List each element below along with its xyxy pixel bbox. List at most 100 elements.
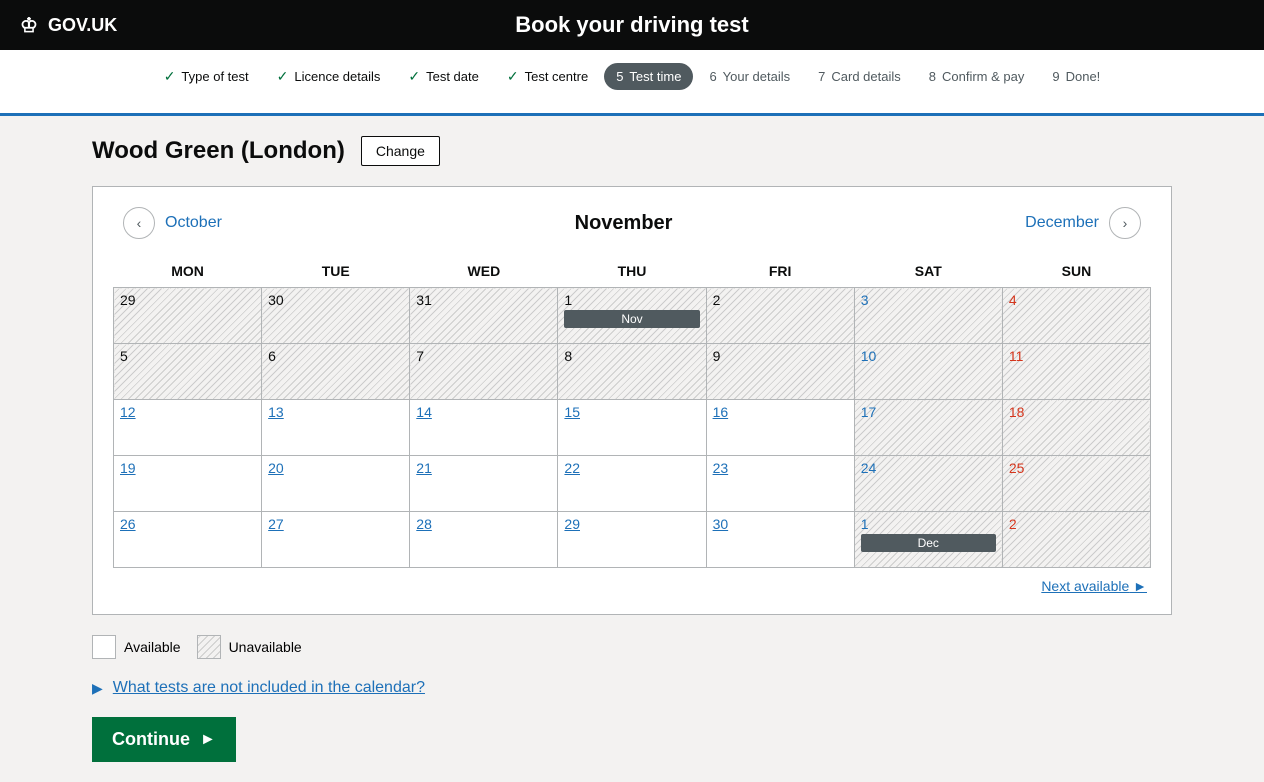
day-number[interactable]: 22 (564, 460, 580, 476)
prev-month-button[interactable]: ‹ (123, 207, 155, 239)
calendar-container: ‹ October November December › MONTUEWEDT… (92, 186, 1172, 615)
day-number: 18 (1009, 404, 1025, 420)
day-number[interactable]: 13 (268, 404, 284, 420)
day-number[interactable]: 27 (268, 516, 284, 532)
calendar-cell: 18 (1002, 400, 1150, 456)
day-number[interactable]: 30 (713, 516, 729, 532)
step-test-date[interactable]: ✓Test date (396, 62, 491, 91)
check-icon: ✓ (164, 68, 176, 85)
day-number: 6 (268, 348, 276, 364)
day-number[interactable]: 19 (120, 460, 136, 476)
triangle-icon: ▶ (92, 680, 103, 697)
day-number[interactable]: 20 (268, 460, 284, 476)
step-confirm-pay[interactable]: 8Confirm & pay (917, 63, 1037, 90)
page-title: Book your driving test (515, 12, 748, 38)
cal-nav-right: December › (1025, 207, 1141, 239)
check-icon: ✓ (507, 68, 519, 85)
calendar-table: MONTUEWEDTHUFRISATSUN 2930311Nov23456789… (113, 255, 1151, 568)
step-label: Licence details (294, 69, 380, 84)
step-label: Type of test (181, 69, 248, 84)
calendar-cell: 9 (706, 344, 854, 400)
continue-arrow-icon: ► (200, 731, 216, 749)
day-number: 30 (268, 292, 284, 308)
logo-text: GOV.UK (48, 15, 117, 36)
day-number[interactable]: 21 (416, 460, 432, 476)
day-number: 24 (861, 460, 877, 476)
day-number: 2 (1009, 516, 1017, 532)
day-number: 31 (416, 292, 432, 308)
calendar-cell: 27 (262, 512, 410, 568)
day-number: 2 (713, 292, 721, 308)
available-label: Available (124, 639, 181, 655)
day-header-fri: FRI (706, 255, 854, 288)
available-box (92, 635, 116, 659)
day-number[interactable]: 16 (713, 404, 729, 420)
continue-button[interactable]: Continue ► (92, 717, 236, 762)
step-num: 8 (929, 69, 936, 84)
step-label: Test centre (525, 69, 589, 84)
calendar-cell: 1Nov (558, 288, 706, 344)
day-header-sat: SAT (854, 255, 1002, 288)
progress-steps: ✓Type of test✓Licence details✓Test date✓… (20, 50, 1244, 103)
next-month-button[interactable]: › (1109, 207, 1141, 239)
month-badge: Nov (564, 310, 699, 328)
check-icon: ✓ (408, 68, 420, 85)
step-test-centre[interactable]: ✓ Test centre (495, 62, 600, 91)
next-available-label: Next available (1041, 578, 1129, 594)
calendar-cell: 3 (854, 288, 1002, 344)
site-header: ♔ GOV.UK Book your driving test (0, 0, 1264, 50)
day-number[interactable]: 28 (416, 516, 432, 532)
day-number[interactable]: 26 (120, 516, 136, 532)
step-your-details[interactable]: 6Your details (697, 63, 802, 90)
calendar-week-3: 12 13 14 15 16 17 18 (114, 400, 1151, 456)
day-number: 29 (120, 292, 136, 308)
calendar-body: 2930311Nov234567891011121314151617181920… (114, 288, 1151, 568)
step-label: Your details (723, 69, 790, 84)
calendar-cell: 1Dec (854, 512, 1002, 568)
next-available-link[interactable]: Next available ► (1041, 578, 1147, 594)
calendar-cell: 29 (114, 288, 262, 344)
unavailable-box (197, 635, 221, 659)
day-number[interactable]: 23 (713, 460, 729, 476)
gov-uk-logo[interactable]: ♔ GOV.UK (20, 13, 117, 38)
unavailable-label: Unavailable (229, 639, 302, 655)
day-number[interactable]: 12 (120, 404, 136, 420)
day-number: 10 (861, 348, 877, 364)
info-link[interactable]: What tests are not included in the calen… (113, 679, 425, 697)
crown-icon: ♔ (20, 13, 38, 38)
calendar-nav: ‹ October November December › (113, 207, 1151, 239)
step-card-details[interactable]: 7Card details (806, 63, 913, 90)
step-label: Test time (629, 69, 681, 84)
step-type-of-test[interactable]: ✓ Type of test (152, 62, 261, 91)
progress-bar: ✓Type of test✓Licence details✓Test date✓… (0, 50, 1264, 116)
day-number: 7 (416, 348, 424, 364)
change-button[interactable]: Change (361, 136, 440, 166)
day-header-tue: TUE (262, 255, 410, 288)
next-available-row: Next available ► (113, 568, 1151, 594)
day-number: 11 (1009, 348, 1024, 364)
calendar-cell: 30 (262, 288, 410, 344)
day-number[interactable]: 14 (416, 404, 432, 420)
day-number[interactable]: 29 (564, 516, 580, 532)
calendar-week-1: 2930311Nov234 (114, 288, 1151, 344)
calendar-cell: 2 (1002, 512, 1150, 568)
day-number: 5 (120, 348, 128, 364)
main-content: Wood Green (London) Change ‹ October Nov… (72, 116, 1192, 782)
day-number[interactable]: 15 (564, 404, 580, 420)
day-number: 8 (564, 348, 572, 364)
day-number: 25 (1009, 460, 1025, 476)
step-num: 9 (1052, 69, 1059, 84)
calendar-cell: 17 (854, 400, 1002, 456)
calendar-cell: 29 (558, 512, 706, 568)
step-licence-details[interactable]: ✓Licence details (265, 62, 393, 91)
day-header-thu: THU (558, 255, 706, 288)
calendar-header: MONTUEWEDTHUFRISATSUN (114, 255, 1151, 288)
calendar-cell: 20 (262, 456, 410, 512)
step-done[interactable]: 9 Done! (1040, 63, 1112, 90)
days-of-week-row: MONTUEWEDTHUFRISATSUN (114, 255, 1151, 288)
calendar-cell: 26 (114, 512, 262, 568)
step-label: Done! (1066, 69, 1101, 84)
step-test-time: 5Test time (604, 63, 693, 90)
day-number: 9 (713, 348, 721, 364)
calendar-cell: 22 (558, 456, 706, 512)
